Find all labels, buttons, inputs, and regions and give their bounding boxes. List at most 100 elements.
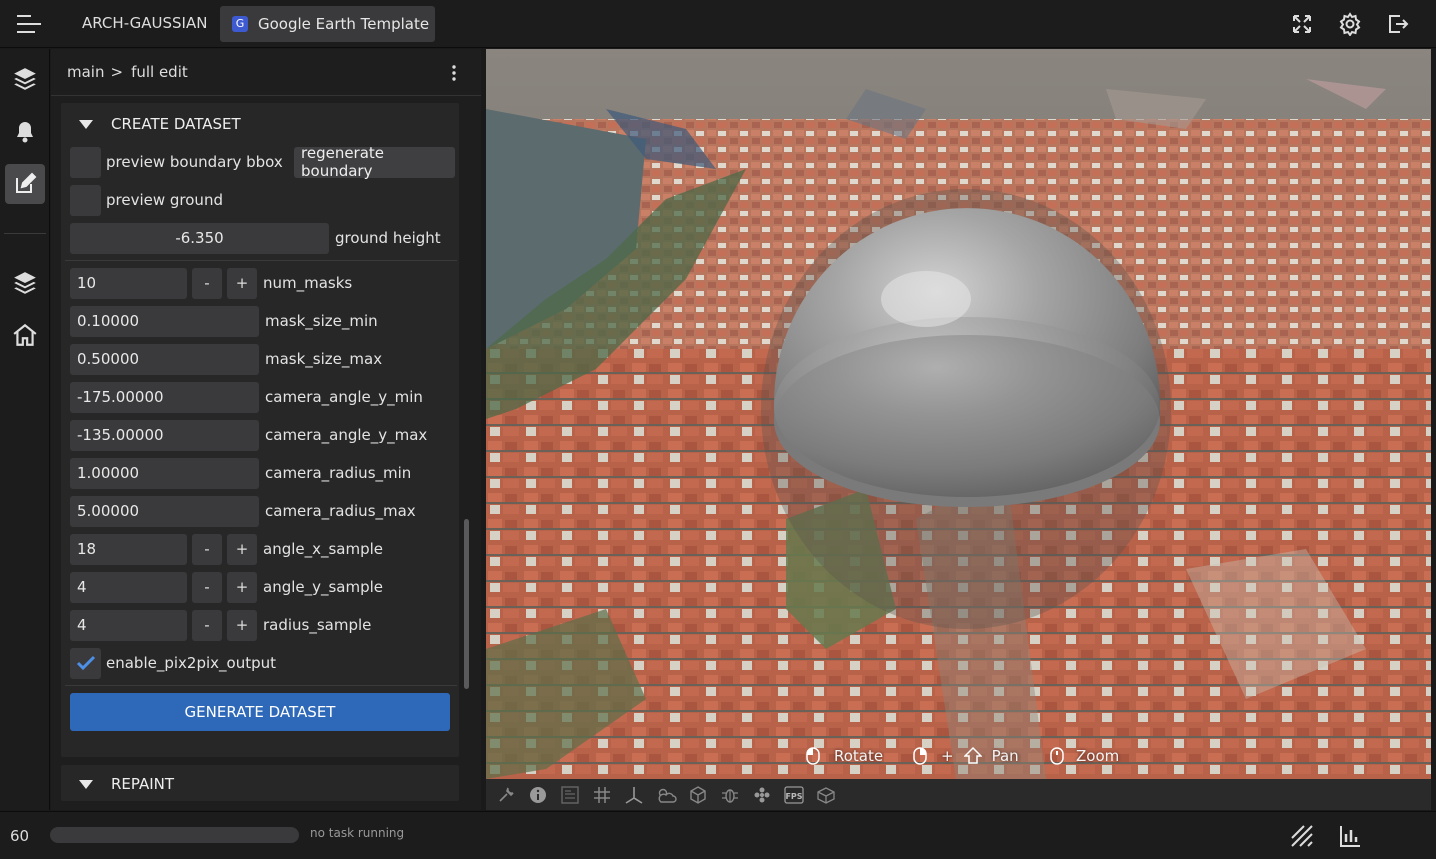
viewport-toolbar: FPS	[486, 779, 1431, 810]
city-scene-render	[486, 49, 1431, 779]
fps-icon-text: FPS	[785, 792, 802, 801]
angle-x-sample-row: 18 - + angle_x_sample	[70, 533, 383, 565]
rail-scene-layers-button[interactable]	[5, 263, 45, 303]
camera-angle-y-max-row: -135.00000 camera_angle_y_max	[70, 419, 427, 451]
cube-tool-button[interactable]	[682, 783, 714, 807]
ground-height-row: -6.350 ground height	[70, 222, 441, 254]
regenerate-boundary-button[interactable]: regenerate boundary	[294, 144, 455, 180]
info-tool-button[interactable]	[522, 783, 554, 807]
camera-angle-y-min-input[interactable]: -175.00000	[70, 381, 259, 413]
enable-pix2pix-label: enable_pix2pix_output	[106, 654, 276, 672]
fps-tool-button[interactable]: FPS	[778, 783, 810, 807]
rotate-hint: Rotate	[806, 747, 883, 765]
preview-boundary-row: preview boundary bbox regenerate boundar…	[70, 144, 455, 180]
bar-chart-icon[interactable]	[1338, 824, 1362, 848]
num-masks-input[interactable]: 10	[70, 267, 187, 299]
camera-radius-max-input[interactable]: 5.00000	[70, 495, 259, 527]
rail-home-button[interactable]	[5, 315, 45, 355]
section-divider	[65, 685, 457, 686]
breadcrumb: main > full edit	[51, 49, 481, 96]
bug-icon	[722, 788, 738, 803]
mask-size-min-input[interactable]: 0.10000	[70, 305, 259, 337]
preview-boundary-checkbox[interactable]	[70, 146, 101, 178]
camera-radius-min-label: camera_radius_min	[265, 464, 412, 482]
zoom-hint-label: Zoom	[1076, 747, 1120, 765]
num-masks-label: num_masks	[263, 274, 353, 292]
camera-radius-max-row: 5.00000 camera_radius_max	[70, 495, 416, 527]
splats-icon	[754, 787, 770, 802]
layers-icon	[14, 68, 36, 90]
edit-icon	[16, 172, 37, 193]
stats-tool-button[interactable]	[554, 783, 586, 807]
enable-pix2pix-checkbox[interactable]	[70, 647, 101, 679]
preview-ground-row: preview ground	[70, 184, 223, 216]
rail-notifications-button[interactable]	[5, 112, 45, 152]
angle-x-sample-increment-button[interactable]: +	[227, 533, 257, 565]
panel-scrollbar[interactable]	[464, 519, 469, 689]
camera-angle-y-min-label: camera_angle_y_min	[265, 388, 423, 406]
rail-layers-button[interactable]	[5, 59, 45, 99]
breadcrumb-current: full edit	[131, 63, 188, 81]
debug-tool-button[interactable]	[714, 783, 746, 807]
angle-x-sample-input[interactable]: 18	[70, 533, 187, 565]
create-dataset-header[interactable]: CREATE DATASET	[61, 103, 241, 145]
num-masks-increment-button[interactable]: +	[227, 267, 257, 299]
angle-x-sample-decrement-button[interactable]: -	[192, 533, 222, 565]
splats-tool-button[interactable]	[746, 783, 778, 807]
edit-panel: main > full edit CREATE DATASET preview …	[51, 49, 481, 810]
pan-hint: + Pan	[913, 747, 1019, 765]
environment-tool-button[interactable]	[650, 783, 682, 807]
fps-icon: FPS	[784, 785, 804, 804]
radius-sample-row: 4 - + radius_sample	[70, 609, 371, 641]
preview-ground-checkbox[interactable]	[70, 184, 101, 216]
preview-boundary-label: preview boundary bbox	[106, 153, 283, 171]
repaint-header[interactable]: REPAINT	[61, 765, 174, 801]
angle-y-sample-decrement-button[interactable]: -	[192, 571, 222, 603]
stack-icon	[14, 272, 36, 294]
camera-tool-button[interactable]	[810, 783, 842, 807]
angle-y-sample-increment-button[interactable]: +	[227, 571, 257, 603]
hatch-pattern-icon[interactable]	[1290, 824, 1314, 848]
mask-size-min-label: mask_size_min	[265, 312, 378, 330]
menu-icon[interactable]	[17, 14, 41, 34]
shift-key-icon	[963, 747, 982, 764]
repaint-section: REPAINT	[61, 765, 459, 801]
radius-sample-input[interactable]: 4	[70, 609, 187, 641]
num-masks-row: 10 - + num_masks	[70, 267, 352, 299]
mouse-wheel-icon	[1050, 747, 1064, 765]
breadcrumb-root[interactable]: main	[67, 63, 104, 81]
angle-y-sample-input[interactable]: 4	[70, 571, 187, 603]
bell-icon	[17, 122, 33, 143]
tab-google-earth-template[interactable]: G Google Earth Template	[220, 6, 435, 42]
collapse-triangle-icon	[79, 119, 93, 129]
axes-tool-button[interactable]	[618, 783, 650, 807]
3d-viewport[interactable]	[486, 49, 1431, 779]
radius-sample-increment-button[interactable]: +	[227, 609, 257, 641]
ground-height-slider[interactable]: -6.350	[70, 222, 329, 254]
more-options-icon[interactable]	[451, 65, 457, 81]
pan-hint-label: Pan	[991, 747, 1019, 765]
task-status-text: no task running	[310, 826, 405, 840]
radius-sample-decrement-button[interactable]: -	[192, 609, 222, 641]
rail-edit-button[interactable]	[5, 164, 45, 204]
camera-radius-min-input[interactable]: 1.00000	[70, 457, 259, 489]
cube-icon	[690, 785, 706, 804]
breadcrumb-separator: >	[110, 63, 124, 81]
cloud-sun-icon	[658, 788, 677, 803]
generate-dataset-button[interactable]: GENERATE DATASET	[70, 693, 450, 731]
ground-height-label: ground height	[335, 229, 441, 247]
grid-tool-button[interactable]	[586, 783, 618, 807]
fullscreen-icon[interactable]	[1290, 12, 1314, 36]
camera-angle-y-max-input[interactable]: -135.00000	[70, 419, 259, 451]
num-masks-decrement-button[interactable]: -	[192, 267, 222, 299]
settings-gear-icon[interactable]	[1338, 12, 1362, 36]
repaint-title: REPAINT	[111, 775, 175, 793]
angle-x-sample-label: angle_x_sample	[263, 540, 384, 558]
zoom-hint: Zoom	[1050, 747, 1119, 765]
status-bar: 60 no task running	[0, 811, 1436, 859]
info-icon	[530, 786, 546, 803]
wrench-tool-button[interactable]	[490, 783, 522, 807]
top-bar: ARCH-GAUSSIAN G Google Earth Template	[0, 0, 1436, 48]
mask-size-max-input[interactable]: 0.50000	[70, 343, 259, 375]
logout-icon[interactable]	[1386, 12, 1410, 36]
